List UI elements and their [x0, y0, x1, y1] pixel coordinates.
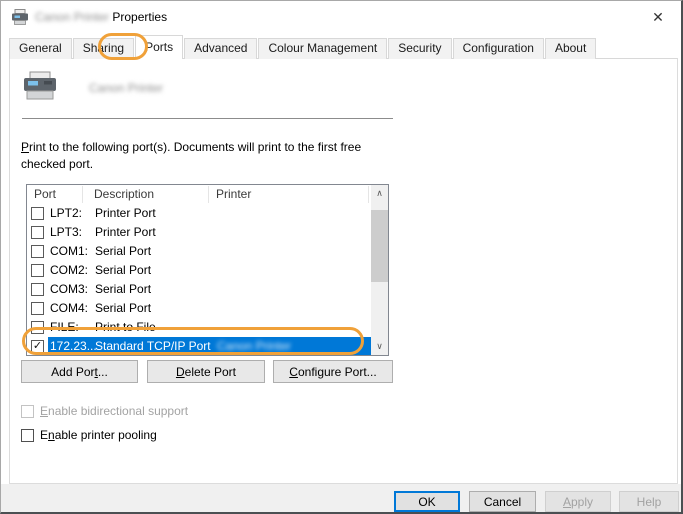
port-row[interactable]: COM1: Serial Port — [27, 242, 388, 261]
separator-line — [22, 118, 393, 119]
tab-general[interactable]: General — [9, 38, 72, 59]
chevron-up-icon[interactable]: ∧ — [371, 185, 388, 202]
tab-configuration[interactable]: Configuration — [453, 38, 544, 59]
port-row[interactable]: COM4: Serial Port — [27, 299, 388, 318]
cancel-button[interactable]: Cancel — [469, 491, 536, 512]
port-row[interactable]: LPT3: Printer Port — [27, 223, 388, 242]
header-divider — [82, 186, 83, 203]
window-title-suffix: Properties — [109, 10, 167, 24]
intro-text: Print to the following port(s). Document… — [21, 139, 411, 173]
port-checkbox-checked[interactable]: ✓ — [31, 340, 44, 353]
scrollbar-thumb[interactable] — [371, 210, 388, 282]
port-checkbox[interactable] — [31, 226, 44, 239]
help-button: Help — [619, 491, 679, 512]
tab-security[interactable]: Security — [388, 38, 451, 59]
port-row[interactable]: COM3: Serial Port — [27, 280, 388, 299]
printer-properties-dialog: Canon Printer Properties ✕ General Shari… — [0, 0, 683, 514]
port-checkbox[interactable] — [31, 207, 44, 220]
checkbox-label: Enable printer pooling — [40, 428, 157, 443]
printer-icon-large — [23, 71, 57, 103]
add-port-button[interactable]: Add Port... — [21, 360, 138, 383]
port-row-selected[interactable]: ✓ 172.23... Standard TCP/IP Port Canon P… — [27, 337, 388, 356]
tab-bar: General Sharing Ports Advanced Colour Ma… — [9, 35, 597, 59]
tab-colour-management[interactable]: Colour Management — [258, 38, 387, 59]
column-header-port: Port — [34, 185, 56, 204]
header-divider — [368, 186, 369, 203]
chevron-down-icon[interactable]: ∨ — [371, 338, 388, 355]
ports-listbox[interactable]: Port Description Printer LPT2: Printer P… — [26, 184, 389, 356]
port-checkbox[interactable] — [31, 264, 44, 277]
tab-about[interactable]: About — [545, 38, 596, 59]
port-checkbox[interactable] — [31, 321, 44, 334]
configure-port-button[interactable]: Configure Port... — [273, 360, 393, 383]
apply-button: Apply — [545, 491, 611, 512]
list-scrollbar[interactable]: ∧ ∨ — [371, 185, 388, 355]
titlebar[interactable]: Canon Printer Properties ✕ — [1, 1, 681, 33]
header-divider — [208, 186, 209, 203]
column-header-printer: Printer — [216, 185, 251, 204]
checkbox-label: Enable bidirectional support — [40, 404, 188, 419]
port-row[interactable]: COM2: Serial Port — [27, 261, 388, 280]
port-row[interactable]: FILE: Print to File — [27, 318, 388, 337]
tab-sharing[interactable]: Sharing — [73, 38, 134, 59]
port-checkbox[interactable] — [31, 283, 44, 296]
ok-button[interactable]: OK — [394, 491, 460, 512]
delete-port-button[interactable]: Delete Port — [147, 360, 265, 383]
port-checkbox[interactable] — [31, 245, 44, 258]
column-header-description: Description — [94, 185, 154, 204]
checkbox-box — [21, 405, 34, 418]
button-bar: OK Cancel Apply Help — [1, 484, 681, 514]
printer-name: Canon Printer — [89, 81, 163, 95]
intro-line-1: Print to the following port(s). Document… — [21, 139, 411, 156]
window-title-printer-name: Canon Printer — [35, 10, 109, 24]
close-icon[interactable]: ✕ — [643, 5, 673, 29]
checkbox-box[interactable] — [21, 429, 34, 442]
printer-icon — [11, 9, 29, 25]
list-header: Port Description Printer — [27, 185, 388, 204]
window-title: Canon Printer Properties — [35, 10, 167, 24]
port-row[interactable]: LPT2: Printer Port — [27, 204, 388, 223]
port-checkbox[interactable] — [31, 302, 44, 315]
tab-ports[interactable]: Ports — [135, 35, 183, 59]
intro-line-2: checked port. — [21, 156, 411, 173]
tab-advanced[interactable]: Advanced — [184, 38, 257, 59]
